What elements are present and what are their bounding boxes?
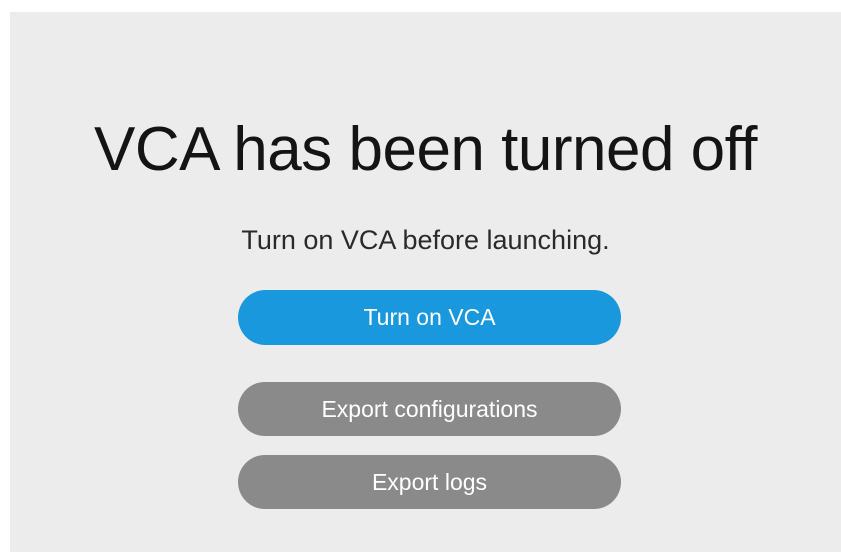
export-logs-button[interactable]: Export logs xyxy=(238,455,621,509)
instruction-text: Turn on VCA before launching. xyxy=(241,225,610,255)
export-configurations-button[interactable]: Export configurations xyxy=(238,382,621,436)
vca-off-panel: VCA has been turned off Turn on VCA befo… xyxy=(10,12,841,552)
page-title: VCA has been turned off xyxy=(94,115,757,184)
turn-on-vca-button[interactable]: Turn on VCA xyxy=(238,290,621,345)
